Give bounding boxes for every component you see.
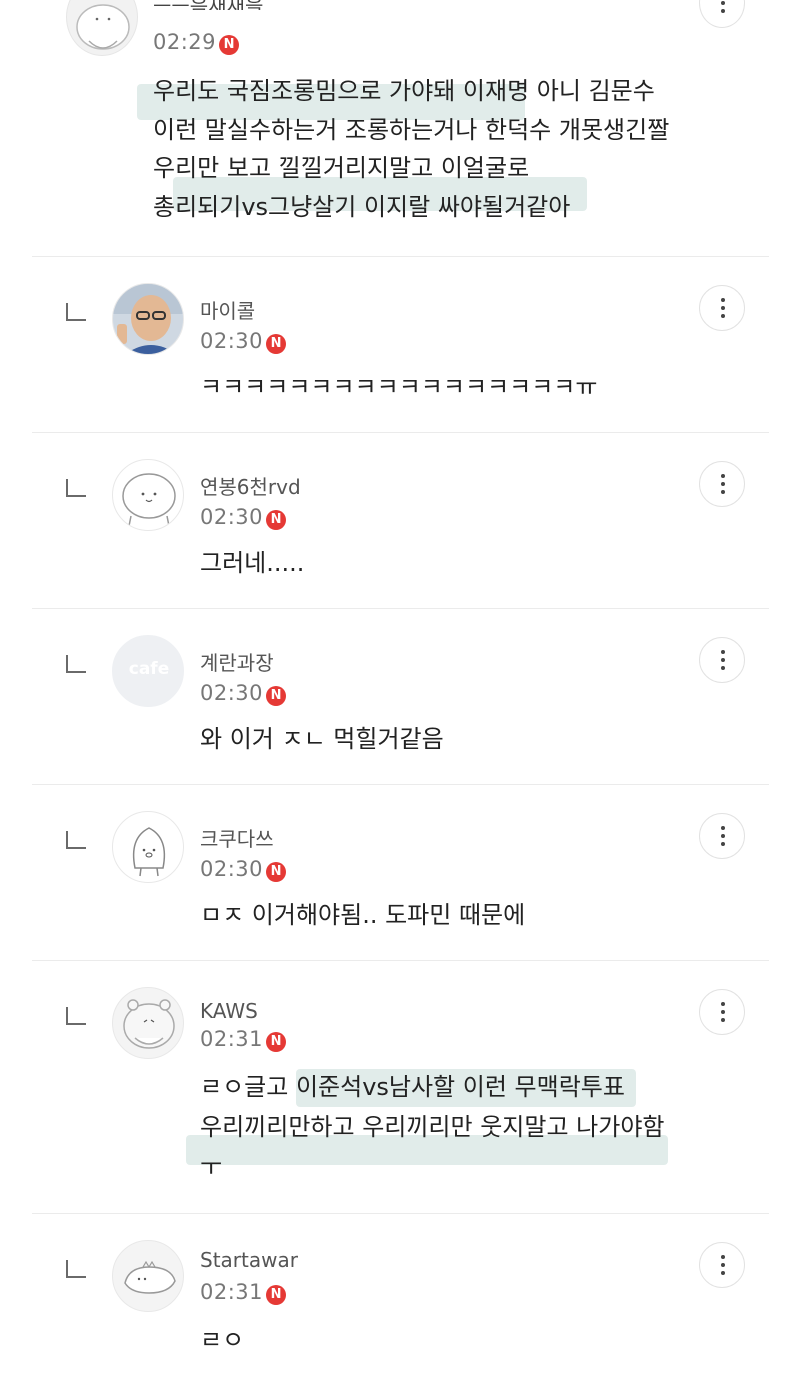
nickname[interactable]: 마이콜 bbox=[200, 295, 255, 324]
more-options-button[interactable] bbox=[699, 1242, 745, 1288]
nickname[interactable]: KAWS bbox=[200, 999, 258, 1023]
reply-item: 연봉6천rvd 02:30 N 그러네..... bbox=[0, 433, 800, 608]
comment-line-text: ㅜ bbox=[200, 1153, 223, 1181]
comment-line: 총리되기vs그냥살기 이지랄 싸야될거같아 bbox=[153, 188, 753, 227]
nickname[interactable]: 크쿠다쓰 bbox=[200, 823, 274, 852]
avatar[interactable] bbox=[112, 811, 184, 883]
comment-line-text: ㄹㅇ bbox=[200, 1326, 245, 1354]
reply-arrow-icon bbox=[66, 1260, 86, 1278]
comment-time: 02:29 N bbox=[153, 30, 240, 55]
new-badge-icon: N bbox=[266, 862, 287, 882]
comment-line: ㅋㅋㅋㅋㅋㅋㅋㅋㅋㅋㅋㅋㅋㅋㅋㅋㅋㅠ bbox=[200, 367, 597, 407]
comment-line-text: 총리되기vs그냥살기 이지랄 싸야될거같아 bbox=[153, 192, 571, 221]
comment-line: 그러네..... bbox=[200, 543, 304, 583]
time-text: 02:30 bbox=[200, 857, 264, 881]
comment-line: ㅁㅈ 이거해야됨.. 도파민 때문에 bbox=[200, 895, 525, 935]
time-text: 02:31 bbox=[200, 1027, 264, 1051]
comment-body: ㅋㅋㅋㅋㅋㅋㅋㅋㅋㅋㅋㅋㅋㅋㅋㅋㅋㅠ bbox=[200, 367, 597, 407]
more-options-button[interactable] bbox=[699, 461, 745, 507]
reply-item: Startawar 02:31 N ㄹㅇ bbox=[0, 1214, 800, 1374]
avatar[interactable] bbox=[66, 0, 138, 56]
time-text: 02:30 bbox=[200, 681, 264, 705]
nickname[interactable]: 계란과장 bbox=[200, 647, 274, 676]
more-options-button[interactable] bbox=[699, 989, 745, 1035]
new-badge-icon: N bbox=[266, 686, 287, 706]
more-vertical-icon bbox=[721, 1, 725, 21]
time-text: 02:31 bbox=[200, 1280, 264, 1304]
comment-body: 와 이거 ㅈㄴ 먹힐거같음 bbox=[200, 719, 444, 759]
new-badge-icon: N bbox=[266, 334, 287, 354]
time-text: 02:29 bbox=[153, 30, 217, 54]
comment-body: 그러네..... bbox=[200, 543, 304, 583]
comment-line: 우리만 보고 낄낄거리지말고 이얼굴로 bbox=[153, 149, 753, 211]
more-vertical-icon bbox=[721, 826, 725, 846]
reply-item: KAWS 02:31 N ㄹㅇ글고 이준석vs남사할 이런 무맥락투표 우리끼리만… bbox=[0, 961, 800, 1213]
comment-line: 와 이거 ㅈㄴ 먹힐거같음 bbox=[200, 719, 444, 759]
comment-line-text: 이런 말실수하는거 조롱하는거나 한덕수 개못생긴짤 bbox=[153, 115, 670, 144]
more-options-button[interactable] bbox=[699, 637, 745, 683]
comment-line: 우리도 국짐조롱밈으로 가야돼 이재명 아니 김문수 bbox=[137, 72, 753, 120]
avatar[interactable] bbox=[112, 459, 184, 531]
reply-arrow-icon bbox=[66, 479, 86, 497]
more-vertical-icon bbox=[721, 298, 725, 318]
time-text: 02:30 bbox=[200, 505, 264, 529]
more-vertical-icon bbox=[721, 650, 725, 670]
reply-item: 마이콜 02:30 N ㅋㅋㅋㅋㅋㅋㅋㅋㅋㅋㅋㅋㅋㅋㅋㅋㅋㅠ bbox=[0, 257, 800, 432]
comment-time: 02:30 N bbox=[200, 857, 287, 882]
new-badge-icon: N bbox=[266, 1032, 287, 1052]
new-badge-icon: N bbox=[219, 35, 240, 55]
reply-arrow-icon bbox=[66, 303, 86, 321]
nickname[interactable]: Startawar bbox=[200, 1248, 298, 1272]
comment-line: 이런 말실수하는거 조롱하는거나 한덕수 개못생긴짤 bbox=[153, 111, 753, 150]
reply-arrow-icon bbox=[66, 831, 86, 849]
comment-line: ㄹㅇ bbox=[200, 1320, 244, 1360]
comment-line: ㄹㅇ글고 이준석vs남사할 이런 무맥락투표 bbox=[200, 1067, 665, 1107]
nickname[interactable]: ㅡㅡ음새새을 bbox=[153, 0, 263, 10]
comment-line-text: 와 이거 ㅈㄴ 먹힐거같음 bbox=[200, 725, 444, 753]
reply-item: 크쿠다쓰 02:30 N ㅁㅈ 이거해야됨.. 도파민 때문에 bbox=[0, 785, 800, 960]
comment-line-text: ㅁㅈ 이거해야됨.. 도파민 때문에 bbox=[200, 901, 526, 929]
comment-line: ㅜ bbox=[200, 1147, 665, 1187]
comment-body: ㅁㅈ 이거해야됨.. 도파민 때문에 bbox=[200, 895, 525, 935]
reply-arrow-icon bbox=[66, 655, 86, 673]
comment-line-text: 그러네..... bbox=[200, 549, 305, 577]
new-badge-icon: N bbox=[266, 1285, 287, 1305]
more-options-button[interactable] bbox=[699, 0, 745, 28]
comment-time: 02:31 N bbox=[200, 1027, 287, 1052]
comment-line-text: ㅋㅋㅋㅋㅋㅋㅋㅋㅋㅋㅋㅋㅋㅋㅋㅋㅋㅠ bbox=[200, 373, 598, 401]
more-vertical-icon bbox=[721, 1255, 725, 1275]
comment-line-text: 우리만 보고 낄낄거리지말고 이얼굴로 bbox=[153, 154, 530, 182]
more-options-button[interactable] bbox=[699, 285, 745, 331]
time-text: 02:30 bbox=[200, 329, 264, 353]
reply-item: cafe 계란과장 02:30 N 와 이거 ㅈㄴ 먹힐거같음 bbox=[0, 609, 800, 784]
nickname[interactable]: 연봉6천rvd bbox=[200, 471, 301, 500]
cafe-logo-icon: cafe bbox=[128, 659, 170, 679]
avatar[interactable] bbox=[112, 987, 184, 1059]
new-badge-icon: N bbox=[266, 510, 287, 530]
more-vertical-icon bbox=[721, 1002, 725, 1022]
comment-line-text: ㄹㅇ글고 이준석vs남사할 이런 무맥락투표 bbox=[200, 1073, 625, 1101]
avatar[interactable] bbox=[112, 1240, 184, 1312]
reply-arrow-icon bbox=[66, 1007, 86, 1025]
avatar[interactable]: cafe bbox=[112, 635, 184, 707]
more-options-button[interactable] bbox=[699, 813, 745, 859]
avatar[interactable] bbox=[112, 283, 184, 355]
comment-time: 02:30 N bbox=[200, 505, 287, 530]
comment-body: ㄹㅇ글고 이준석vs남사할 이런 무맥락투표 우리끼리만하고 우리끼리만 웃지말… bbox=[186, 1067, 668, 1187]
comment-time: 02:31 N bbox=[200, 1280, 287, 1305]
comment-time: 02:30 N bbox=[200, 329, 287, 354]
more-vertical-icon bbox=[721, 474, 725, 494]
comment-time: 02:30 N bbox=[200, 681, 287, 706]
comment-item: ㅡㅡ음새새을 02:29N 우리도 국짐조롱밈으로 가야돼 이재명 아니 김문수… bbox=[0, 0, 800, 256]
comment-body: 우리도 국짐조롱밈으로 가야돼 이재명 아니 김문수 이런 말실수하는거 조롱하… bbox=[137, 72, 753, 227]
comment-line: 우리끼리만하고 우리끼리만 웃지말고 나가야함 bbox=[186, 1107, 668, 1165]
comment-body: ㄹㅇ bbox=[200, 1320, 244, 1360]
comment-line-text: 우리끼리만하고 우리끼리만 웃지말고 나가야함 bbox=[200, 1113, 665, 1141]
comment-line-text: 우리도 국짐조롱밈으로 가야돼 이재명 아니 김문수 bbox=[153, 77, 655, 105]
